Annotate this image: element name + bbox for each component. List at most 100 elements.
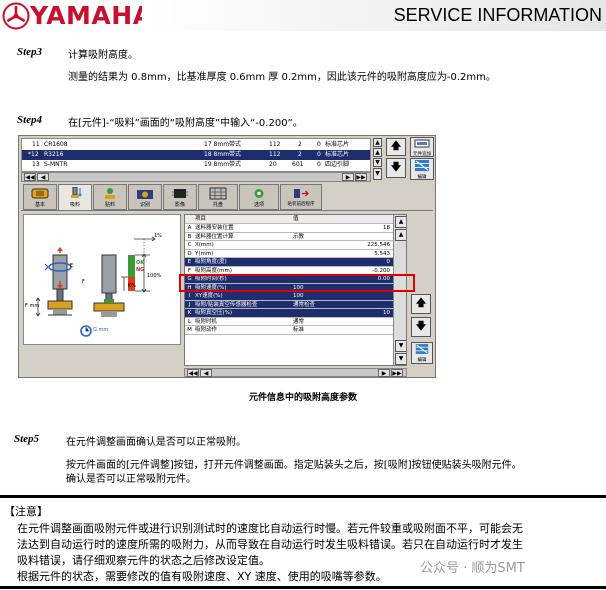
edit-list-button[interactable]: 编辑 — [410, 158, 434, 180]
page-header: YAMAHA SERVICE INFORMATION — [0, 0, 606, 31]
row-col-c: 0 — [317, 151, 321, 158]
grid-row[interactable]: E 吸附角度(度) 0 — [185, 258, 393, 267]
grid-row-item: Y(mm) — [195, 250, 214, 257]
edit-icon — [415, 160, 429, 171]
tab-options[interactable]: 选项 — [239, 184, 279, 210]
tab-shape[interactable]: 影像 — [163, 184, 197, 210]
grid-row[interactable]: L 吸附时机 通常 — [185, 318, 393, 326]
row-col-b: 2 — [298, 151, 302, 158]
basic-tab-icon — [31, 188, 49, 199]
grid-row-key: L — [187, 318, 192, 325]
grid-scroll-bottom-icon[interactable]: ▼ — [395, 353, 406, 365]
tab-label: 影像 — [174, 202, 185, 208]
grid-row-value: 标准 — [293, 327, 305, 333]
move-up-button[interactable]: 🡅 — [386, 138, 406, 156]
grid-row[interactable]: I XY速度(%) 100 — [185, 292, 393, 301]
diagram-ng-label: NG — [136, 267, 145, 273]
row-col-a: 112 — [269, 141, 281, 148]
row-type: 四边引脚 — [325, 161, 350, 168]
grid-row[interactable]: J 吸附/贴装真空传感器检查 通常检查 — [185, 300, 393, 309]
grid-row-key: C — [187, 242, 192, 248]
machine-screen-capture: 11 CR1608 17 8mm带式 112 2 0 标准芯片 *12 R321… — [18, 135, 436, 378]
grid-row-key: E — [187, 259, 192, 265]
grid-scroll-top-icon[interactable]: ▲ — [395, 216, 406, 228]
step4-label: Step4 — [17, 114, 43, 126]
list-scroll-up-icon[interactable]: ▲ — [373, 148, 382, 157]
grid-row-key: D — [187, 250, 192, 257]
yamaha-tuning-fork-logo-icon — [2, 2, 30, 30]
list-scroll-down-icon[interactable]: ▼ — [373, 158, 382, 167]
grid-scroll-left-icon[interactable]: ◀ — [200, 369, 212, 377]
step4-title: 在[元件]-“吸料”画面的“吸附高度”中输入“-0.200”。 — [68, 118, 303, 129]
component-list: 11 CR1608 17 8mm带式 112 2 0 标准芯片 *12 R321… — [21, 138, 371, 172]
tab-label: 选项 — [253, 202, 264, 208]
grid-row[interactable]: D Y(mm) 5.543 — [185, 250, 393, 258]
note-top-divider — [0, 495, 606, 498]
header-bar: SERVICE INFORMATION — [142, 0, 606, 31]
tab-label: 贴料 — [104, 202, 115, 208]
grid-row-item: 送料器安装位置 — [195, 225, 234, 231]
tab-pickup[interactable]: 吸料 — [58, 184, 92, 211]
component-tabs: 基本 吸料 贴料 识别 影像 托盘 选项 贴装前后程序 — [21, 184, 433, 211]
add-component-button[interactable]: 元件追加 — [410, 137, 434, 157]
grid-edit-button[interactable]: 编辑 — [411, 342, 433, 364]
grid-row-value: 225.546 — [367, 242, 390, 248]
grid-move-up-button[interactable]: 🡅 — [411, 294, 431, 314]
component-list-scrollbar[interactable]: ◀◀ ◀ ▶ ▶▶ — [21, 172, 371, 182]
watermark: 公众号 · 顺为SMT — [420, 561, 525, 576]
row-no: 13 — [32, 161, 40, 168]
grid-row[interactable]: B 送料器位置计算 示教 — [185, 233, 393, 241]
diagram-f-label: F — [82, 279, 85, 285]
grid-header-item: 项目 — [195, 216, 207, 222]
grid-row-key: M — [187, 327, 192, 333]
grid-row[interactable]: M 吸附动作 标准 — [185, 326, 393, 335]
list-scroll-top-icon[interactable]: ▲ — [373, 138, 382, 147]
note-line: 吸料错误，请仔细观察元件的状态之后修改设定值。 — [17, 554, 270, 567]
grid-row[interactable]: K 吸附真空压(%) 10 — [185, 309, 393, 318]
grid-scroll-last-icon[interactable]: ▶▶ — [391, 369, 403, 377]
grid-edit-icon — [415, 344, 429, 354]
tab-basic[interactable]: 基本 — [23, 184, 57, 210]
grid-scroll-up-icon[interactable]: ▲ — [395, 229, 406, 241]
scroll-first-icon[interactable]: ◀◀ — [24, 173, 36, 181]
grid-row-item: X(mm) — [195, 242, 214, 248]
list-scroll-bottom-icon[interactable]: ▼ — [373, 168, 382, 180]
grid-row-key: I — [188, 293, 191, 299]
grid-scroll-first-icon[interactable]: ◀◀ — [187, 369, 199, 377]
row-no: *12 — [28, 151, 39, 158]
program-tab-icon — [294, 189, 309, 198]
grid-scroll-right-icon[interactable]: ▶ — [378, 369, 390, 377]
shape-tab-icon — [172, 189, 188, 198]
brand-logo-text: YAMAHA — [30, 1, 153, 30]
grid-row[interactable]: A 送料器安装位置 18 — [185, 224, 393, 233]
tab-vision[interactable]: 识别 — [128, 184, 162, 210]
grid-row-item: 吸附时机 — [195, 318, 218, 325]
grid-row-item: 吸附动作 — [195, 327, 218, 333]
scroll-right-icon[interactable]: ▶ — [342, 173, 354, 181]
row-type: 标准芯片 — [325, 141, 350, 148]
tab-pre-post-program[interactable]: 贴装前后程序 — [280, 184, 322, 210]
grid-move-down-button[interactable]: 🡇 — [411, 317, 431, 337]
component-list-row-selected[interactable]: *12 R3216 18 8mm带式 112 2 0 标准芯片 — [22, 150, 370, 160]
row-name: CR1608 — [44, 141, 68, 148]
grid-horizontal-scrollbar[interactable]: ◀◀ ◀ ▶ ▶▶ — [184, 368, 407, 377]
scroll-left-icon[interactable]: ◀ — [37, 173, 49, 181]
component-list-row[interactable]: 11 CR1608 17 8mm带式 112 2 0 标准芯片 — [22, 140, 370, 150]
component-list-row[interactable]: 13 S-MNTR 19 8mm带式 20 601 0 四边引脚 — [22, 160, 370, 170]
grid-scroll-down-icon[interactable]: ▼ — [395, 340, 406, 352]
row-col-a: 20 — [269, 161, 277, 168]
diagram-k-label: K% — [128, 283, 137, 289]
grid-row-item: XY速度(%) — [195, 293, 223, 299]
tab-label: 贴装前后程序 — [287, 202, 315, 207]
tab-mount[interactable]: 贴料 — [93, 184, 127, 210]
grid-row-value: 10 — [383, 310, 390, 316]
row-col-c: 0 — [317, 161, 321, 168]
scroll-last-icon[interactable]: ▶▶ — [355, 173, 367, 181]
grid-row-item: 吸附真空压(%) — [195, 310, 233, 316]
grid-row[interactable]: C X(mm) 225.546 — [185, 241, 393, 250]
diagram-percent-label: 100% — [147, 273, 162, 279]
row-col-a: 112 — [269, 151, 281, 158]
tab-tray[interactable]: 托盘 — [198, 184, 238, 210]
move-down-button[interactable]: 🡇 — [386, 158, 406, 178]
grid-row-value: 5.543 — [374, 250, 390, 257]
